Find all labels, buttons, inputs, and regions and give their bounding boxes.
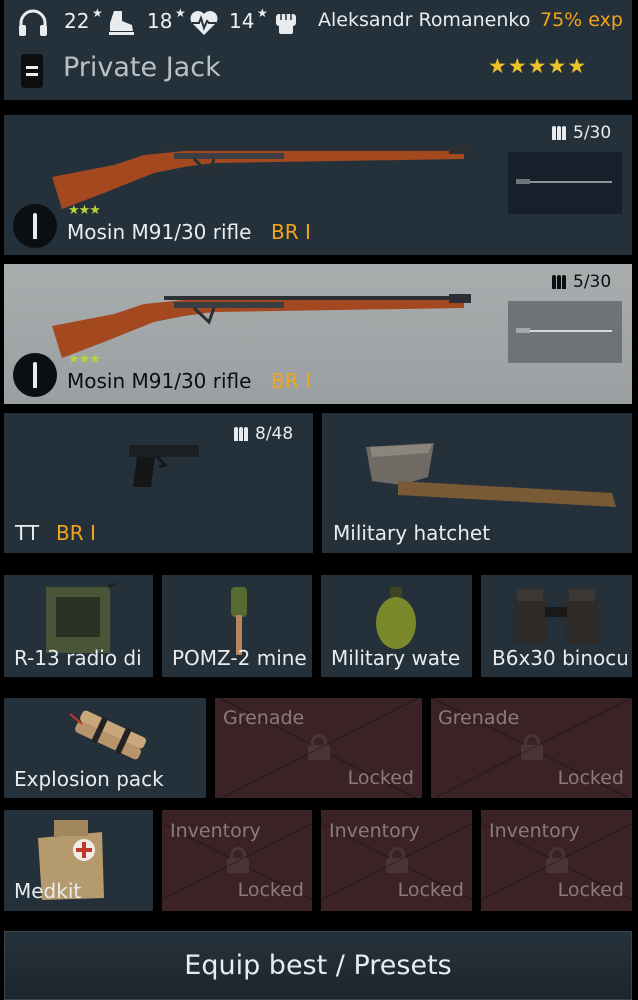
- star-icon: ★: [527, 54, 547, 78]
- inventory-slot-locked-3[interactable]: Inventory Locked: [481, 810, 632, 911]
- hatchet-image: [366, 443, 616, 507]
- rank-badge-icon: [21, 54, 43, 88]
- stat-3-value: 14: [229, 9, 255, 33]
- ammo-counter: 5/30: [552, 123, 611, 144]
- equipment-name: R-13 radio di: [14, 646, 142, 670]
- battle-rating: BR I: [56, 521, 96, 545]
- star-icon: ★: [567, 54, 587, 78]
- ammo-counter: 8/48: [234, 424, 293, 445]
- lock-icon: [521, 734, 543, 760]
- equipment-name: Military wate: [331, 646, 461, 670]
- inventory-slot-locked-1[interactable]: Inventory Locked: [162, 810, 312, 911]
- bayonet-attachment-slot[interactable]: [508, 301, 622, 363]
- equip-best-presets-button[interactable]: Equip best / Presets: [4, 931, 632, 1000]
- sidearm-slot[interactable]: 8/48 TT BR I: [4, 413, 313, 553]
- button-label: Equip best / Presets: [184, 950, 452, 981]
- inventory-slot-medkit[interactable]: Medkit: [4, 810, 153, 911]
- rifle-ammo-icon: [13, 204, 57, 248]
- stat-2-value: 18: [147, 9, 173, 33]
- grenade-slot-locked-2[interactable]: Grenade Locked: [431, 698, 632, 798]
- lock-icon: [308, 734, 330, 760]
- ammo-count: 5/30: [573, 272, 612, 292]
- primary-weapon-slot-1[interactable]: 5/30 ★★★ Mosin M91/30 rifle BR I: [4, 115, 632, 255]
- equipment-slot-binoculars[interactable]: B6x30 binocu: [481, 575, 632, 677]
- slot-status: Locked: [347, 767, 414, 789]
- weapon-name: TT: [15, 521, 40, 545]
- quality-stars: ★★★: [68, 203, 101, 218]
- bayonet-attachment-slot[interactable]: [508, 152, 622, 214]
- slot-status: Locked: [557, 767, 624, 789]
- equipment-slot-water[interactable]: Military wate: [321, 575, 472, 677]
- explosive-slot[interactable]: Explosion pack: [4, 698, 206, 798]
- ammo-count: 8/48: [255, 424, 294, 444]
- grenade-slot-locked-1[interactable]: Grenade Locked: [215, 698, 422, 798]
- ammo-icon: [552, 125, 567, 144]
- boot-icon: [109, 11, 134, 35]
- star-icon: ★: [92, 6, 103, 20]
- slot-caption: Grenade: [223, 707, 305, 729]
- inventory-slot-locked-2[interactable]: Inventory Locked: [321, 810, 472, 911]
- melee-slot[interactable]: Military hatchet: [322, 413, 632, 553]
- star-icon: ★: [547, 54, 567, 78]
- ammo-icon: [234, 426, 249, 445]
- equipment-name: B6x30 binocu: [492, 646, 627, 670]
- slot-caption: Inventory: [329, 820, 420, 842]
- ammo-counter: 5/30: [552, 272, 611, 293]
- headphones-icon: [19, 9, 47, 36]
- slot-caption: Inventory: [170, 820, 261, 842]
- equipment-slot-mine[interactable]: POMZ-2 mine: [162, 575, 312, 677]
- slot-caption: Inventory: [489, 820, 580, 842]
- ammo-count: 5/30: [573, 123, 612, 143]
- explosive-name: Explosion pack: [14, 767, 164, 791]
- star-icon: ★: [257, 6, 268, 20]
- quality-stars: ★★★: [68, 352, 101, 367]
- battle-rating: BR I: [271, 369, 311, 393]
- ammo-icon: [552, 274, 567, 293]
- player-name: Aleksandr Romanenko: [318, 9, 531, 31]
- rifle-image: [52, 145, 471, 209]
- star-icon: ★: [488, 54, 507, 78]
- equipment-slot-radio[interactable]: R-13 radio di: [4, 575, 153, 677]
- rating-stars: ★ ★ ★ ★ ★: [488, 54, 586, 78]
- lock-icon: [227, 847, 249, 873]
- soldier-rank-name[interactable]: Private Jack: [63, 52, 221, 83]
- melee-name: Military hatchet: [333, 521, 491, 545]
- slot-status: Locked: [397, 879, 464, 901]
- binoculars-image: [513, 589, 599, 643]
- exp-percent: 75% exp: [540, 9, 623, 31]
- lock-icon: [546, 847, 568, 873]
- rifle-ammo-icon: [13, 353, 57, 397]
- slot-status: Locked: [557, 879, 624, 901]
- rifle-image: [52, 294, 471, 358]
- star-icon: ★: [175, 6, 186, 20]
- slot-caption: Grenade: [438, 707, 520, 729]
- canteen-image: [376, 587, 416, 649]
- inventory-item-name: Medkit: [14, 879, 82, 903]
- star-icon: ★: [507, 54, 527, 78]
- pistol-image: [129, 445, 199, 487]
- fist-icon: [276, 14, 296, 34]
- primary-weapon-slot-2[interactable]: 5/30 ★★★ Mosin M91/30 rifle BR I: [4, 264, 632, 404]
- heart-pulse-icon: [190, 11, 218, 36]
- stat-1-value: 22: [64, 9, 90, 33]
- slot-status: Locked: [237, 879, 304, 901]
- battle-rating: BR I: [271, 220, 311, 244]
- lock-icon: [386, 847, 408, 873]
- equipment-name: POMZ-2 mine: [172, 646, 307, 670]
- weapon-name: Mosin M91/30 rifle: [67, 220, 252, 244]
- soldier-header: 22 ★ 18 ★ 14 ★ Aleksandr Romanenko 75% e…: [4, 0, 632, 100]
- weapon-name: Mosin M91/30 rifle: [67, 369, 252, 393]
- explosion-pack-image: [69, 710, 147, 760]
